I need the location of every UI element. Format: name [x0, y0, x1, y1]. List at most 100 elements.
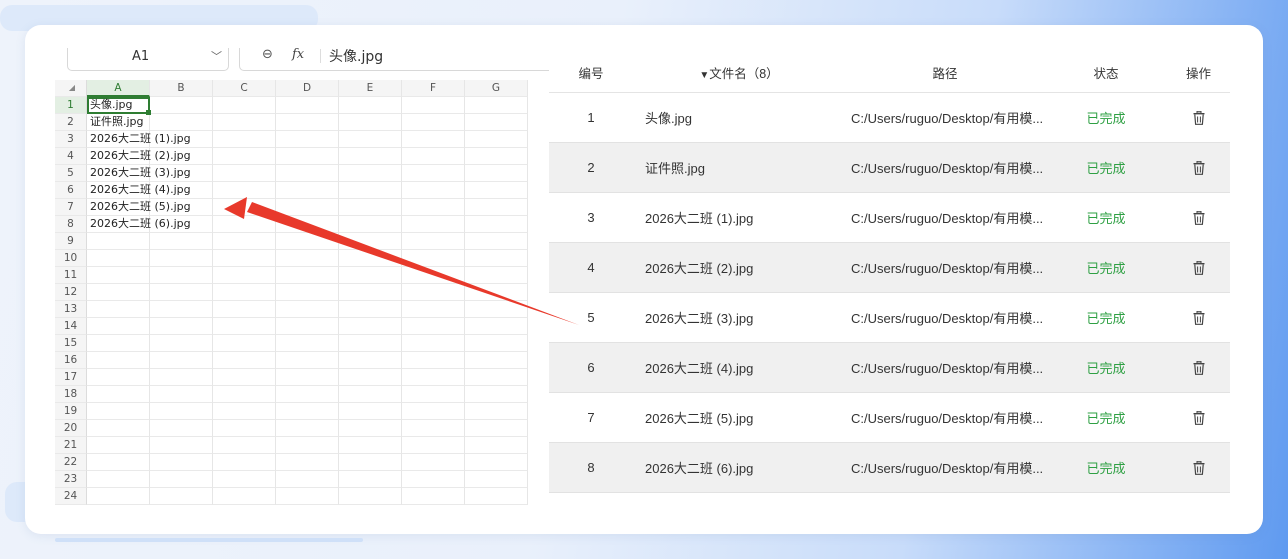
cell-f2[interactable] [402, 114, 465, 131]
trash-icon[interactable] [1193, 111, 1205, 126]
cell-b1[interactable] [150, 97, 213, 114]
cell-a10[interactable] [87, 250, 150, 267]
cell-d17[interactable] [276, 369, 339, 386]
cell-d14[interactable] [276, 318, 339, 335]
cell-e10[interactable] [339, 250, 402, 267]
trash-icon[interactable] [1193, 361, 1205, 376]
cell-e17[interactable] [339, 369, 402, 386]
cell-c8[interactable] [213, 216, 276, 233]
cell-c5[interactable] [213, 165, 276, 182]
cell-f3[interactable] [402, 131, 465, 148]
cell-e16[interactable] [339, 352, 402, 369]
delete-button[interactable] [1167, 310, 1230, 326]
cell-d6[interactable] [276, 182, 339, 199]
select-all-corner[interactable]: ◢ [55, 80, 87, 97]
cell-f10[interactable] [402, 250, 465, 267]
delete-button[interactable] [1167, 160, 1230, 176]
cell-a18[interactable] [87, 386, 150, 403]
cell-f24[interactable] [402, 488, 465, 505]
cell-g3[interactable] [465, 131, 528, 148]
cell-f5[interactable] [402, 165, 465, 182]
cell-b21[interactable] [150, 437, 213, 454]
cell-g19[interactable] [465, 403, 528, 420]
cell-g17[interactable] [465, 369, 528, 386]
cell-g16[interactable] [465, 352, 528, 369]
cell-a21[interactable] [87, 437, 150, 454]
row-header[interactable]: 10 [55, 250, 87, 267]
row-header[interactable]: 21 [55, 437, 87, 454]
cell-d3[interactable] [276, 131, 339, 148]
delete-button[interactable] [1167, 260, 1230, 276]
cell-e11[interactable] [339, 267, 402, 284]
column-header-e[interactable]: E [339, 80, 402, 97]
cell-b9[interactable] [150, 233, 213, 250]
cell-c21[interactable] [213, 437, 276, 454]
row-header[interactable]: 18 [55, 386, 87, 403]
cell-c2[interactable] [213, 114, 276, 131]
cell-a15[interactable] [87, 335, 150, 352]
cell-b14[interactable] [150, 318, 213, 335]
name-box[interactable]: A1 ﹀ [67, 48, 229, 71]
cell-b10[interactable] [150, 250, 213, 267]
table-row[interactable]: 3 2026大二班 (1).jpg C:/Users/ruguo/Desktop/有… [549, 193, 1230, 243]
row-header[interactable]: 16 [55, 352, 87, 369]
cell-b22[interactable] [150, 454, 213, 471]
row-header[interactable]: 17 [55, 369, 87, 386]
row-header[interactable]: 7 [55, 199, 87, 216]
row-header[interactable]: 4 [55, 148, 87, 165]
cell-d15[interactable] [276, 335, 339, 352]
column-header-d[interactable]: D [276, 80, 339, 97]
cell-c9[interactable] [213, 233, 276, 250]
column-header-b[interactable]: B [150, 80, 213, 97]
cell-f9[interactable] [402, 233, 465, 250]
cell-e15[interactable] [339, 335, 402, 352]
cell-f15[interactable] [402, 335, 465, 352]
fx-icon[interactable]: fx [292, 48, 304, 62]
cell-c4[interactable] [213, 148, 276, 165]
cell-c19[interactable] [213, 403, 276, 420]
cell-e23[interactable] [339, 471, 402, 488]
cell-c13[interactable] [213, 301, 276, 318]
delete-button[interactable] [1167, 410, 1230, 426]
cell-e20[interactable] [339, 420, 402, 437]
cell-b18[interactable] [150, 386, 213, 403]
cell-b17[interactable] [150, 369, 213, 386]
cell-b13[interactable] [150, 301, 213, 318]
cell-f1[interactable] [402, 97, 465, 114]
cell-b2[interactable] [150, 114, 213, 131]
column-header-f[interactable]: F [402, 80, 465, 97]
column-header-g[interactable]: G [465, 80, 528, 97]
cell-a9[interactable] [87, 233, 150, 250]
column-header-a[interactable]: A [87, 80, 150, 97]
cell-c3[interactable] [213, 131, 276, 148]
cell-a13[interactable] [87, 301, 150, 318]
cell-g6[interactable] [465, 182, 528, 199]
cell-d7[interactable] [276, 199, 339, 216]
cell-e14[interactable] [339, 318, 402, 335]
delete-button[interactable] [1167, 460, 1230, 476]
cell-b19[interactable] [150, 403, 213, 420]
cell-f8[interactable] [402, 216, 465, 233]
cell-f6[interactable] [402, 182, 465, 199]
chevron-down-icon[interactable]: ﹀ [211, 48, 222, 71]
cell-a1[interactable]: 头像.jpg [87, 97, 151, 115]
row-header[interactable]: 5 [55, 165, 87, 182]
cell-e3[interactable] [339, 131, 402, 148]
row-header[interactable]: 13 [55, 301, 87, 318]
cell-b12[interactable] [150, 284, 213, 301]
formula-input[interactable]: ⊖ fx 头像.jpg [239, 48, 555, 71]
cell-a17[interactable] [87, 369, 150, 386]
cell-g10[interactable] [465, 250, 528, 267]
cell-d22[interactable] [276, 454, 339, 471]
cell-g15[interactable] [465, 335, 528, 352]
cell-c18[interactable] [213, 386, 276, 403]
cell-a19[interactable] [87, 403, 150, 420]
cell-b24[interactable] [150, 488, 213, 505]
cell-a8[interactable]: 2026大二班 (6).jpg [87, 216, 191, 233]
cell-e2[interactable] [339, 114, 402, 131]
cell-f21[interactable] [402, 437, 465, 454]
cell-f12[interactable] [402, 284, 465, 301]
row-header[interactable]: 11 [55, 267, 87, 284]
trash-icon[interactable] [1193, 261, 1205, 276]
cell-c1[interactable] [213, 97, 276, 114]
